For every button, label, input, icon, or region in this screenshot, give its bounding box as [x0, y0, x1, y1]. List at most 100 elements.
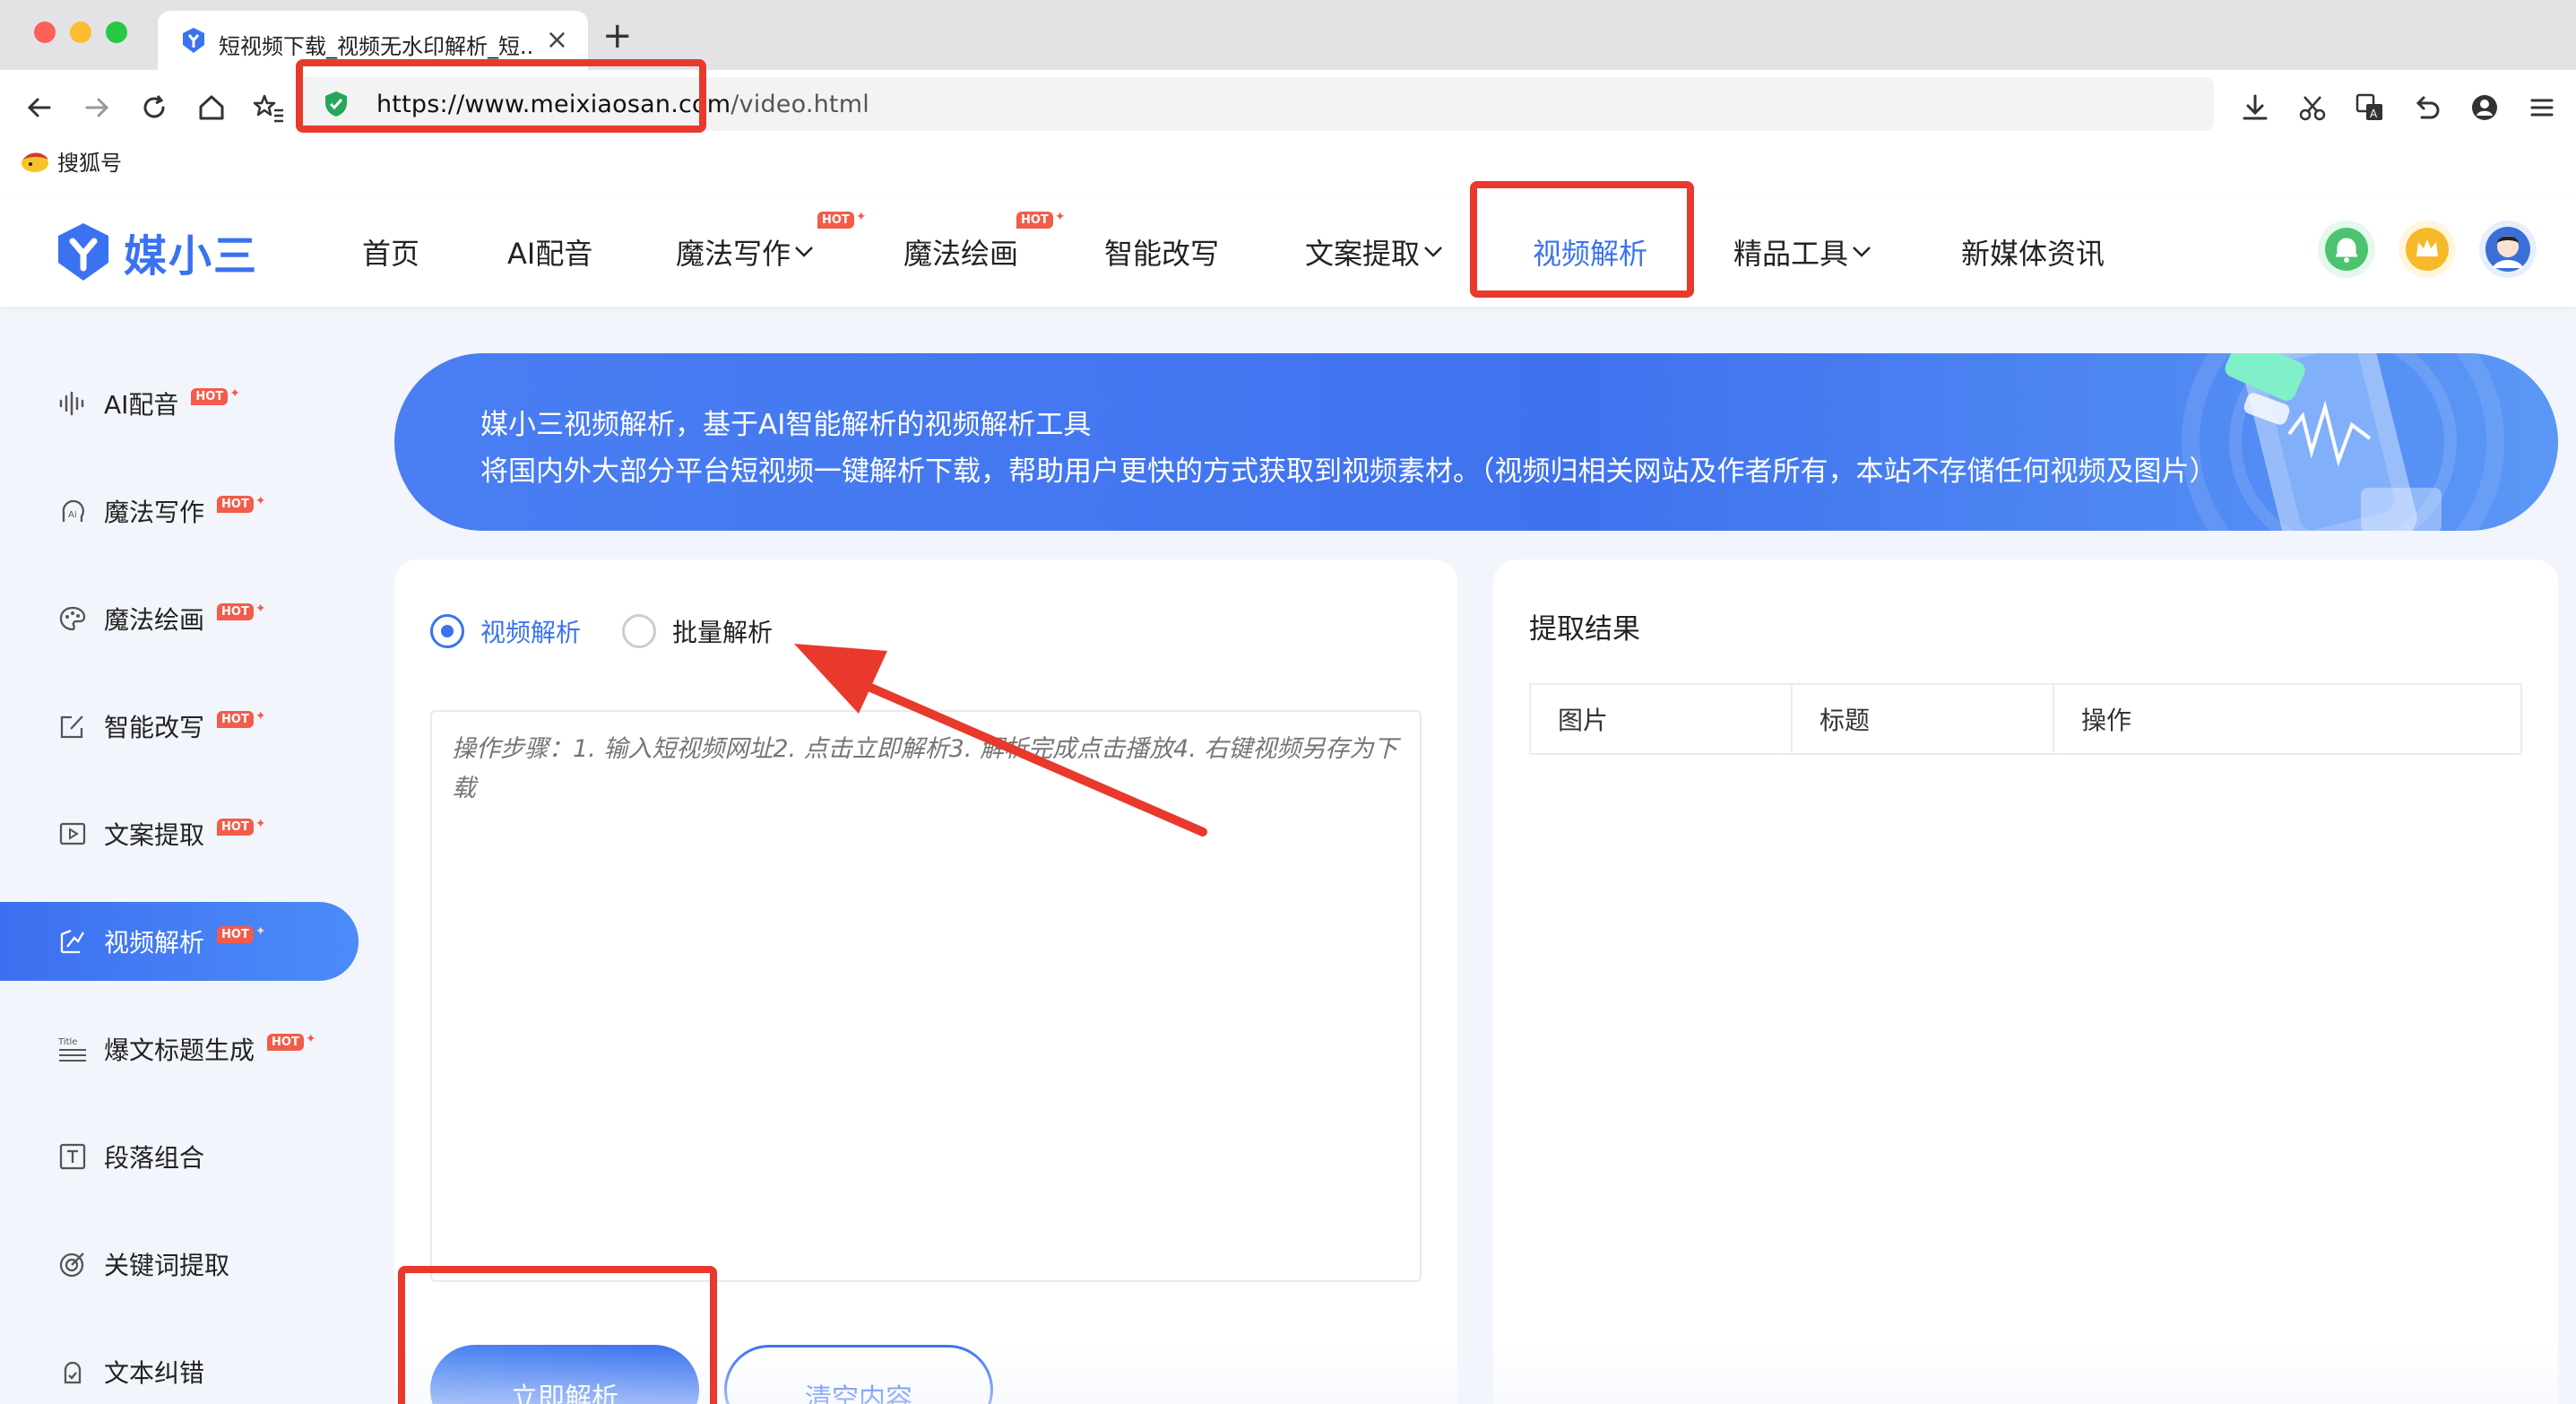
logo-text: 媒小三 [124, 231, 259, 282]
sidebar-item-label: 段落组合 [104, 1143, 205, 1173]
site-header: 媒小三 首页 AI配音 魔法写作 HOT ✦ 魔法绘画 HOT ✦ 智能改写 文案提… [0, 194, 2576, 307]
vip-crown-icon[interactable] [2399, 221, 2456, 278]
column-header-image: 图片 [1531, 685, 1793, 753]
sidebar-item-label: 爆文标题生成 [104, 1036, 255, 1065]
sidebar-item-smart-rewrite[interactable]: 智能改写 HOT ✦ [0, 687, 359, 766]
reload-icon[interactable] [133, 86, 176, 129]
sidebar-item-magic-writing[interactable]: Ai 魔法写作 HOT ✦ [0, 472, 359, 550]
video-parse-icon [57, 926, 88, 957]
chevron-down-icon [1853, 247, 1871, 257]
banner-illustration [2182, 353, 2504, 531]
sidebar-item-label: 魔法写作 [104, 498, 205, 527]
annotation-nav-box [1470, 181, 1694, 298]
undo-icon[interactable] [2406, 86, 2449, 129]
result-table-header: 图片 标题 操作 [1529, 683, 2522, 755]
sidebar-item-magic-drawing[interactable]: 魔法绘画 HOT ✦ [0, 579, 359, 658]
maximize-window-button[interactable] [106, 22, 127, 43]
site-favicon-icon [181, 27, 206, 54]
annotation-button-box [398, 1266, 717, 1404]
sidebar-item-label: 关键词提取 [104, 1251, 230, 1280]
nav-home[interactable]: 首页 [362, 231, 419, 273]
tab-title: 短视频下载_视频无水印解析_短.. [219, 34, 534, 59]
hot-badge: HOT ✦ [817, 211, 867, 229]
banner-description: 将国内外大部分平台短视频一键解析下载，帮助用户更快的方式获取到视频素材。（视频归… [480, 455, 2217, 488]
sidebar-item-video-parse[interactable]: 视频解析 HOT ✦ [0, 902, 359, 981]
clear-content-button[interactable]: 清空内容 [724, 1345, 993, 1404]
radio-dot [430, 614, 464, 648]
video-frame-icon [57, 819, 88, 849]
logo-shield-icon [58, 223, 108, 281]
waveform-icon [57, 388, 88, 419]
site-logo[interactable]: 媒小三 [56, 221, 258, 283]
result-title: 提取结果 [1529, 613, 1640, 646]
back-icon[interactable] [18, 86, 61, 129]
hot-badge: HOT ✦ [217, 710, 266, 728]
sidebar-item-headline-gen[interactable]: Title 爆文标题生成 HOT ✦ [0, 1010, 359, 1088]
close-window-button[interactable] [34, 22, 56, 43]
translate-icon[interactable]: A [2348, 86, 2391, 129]
sidebar-item-copy-extract[interactable]: 文案提取 HOT ✦ [0, 794, 359, 873]
sidebar-item-label: 智能改写 [104, 713, 205, 742]
bookmark-label: 搜狐号 [57, 151, 122, 176]
nav-magic-drawing[interactable]: 魔法绘画 [903, 231, 1018, 273]
new-tab-button[interactable]: + [602, 18, 633, 54]
radio-batch-parse[interactable]: 批量解析 [622, 613, 773, 649]
scissors-icon[interactable] [2291, 86, 2334, 129]
video-url-input[interactable] [430, 710, 1422, 1282]
sidebar-item-label: 魔法绘画 [104, 605, 205, 635]
ai-head-icon: Ai [57, 496, 88, 526]
sidebar-item-ai-voice[interactable]: AI配音 HOT ✦ [0, 364, 359, 443]
nav-ai-voice[interactable]: AI配音 [507, 231, 592, 273]
menu-icon[interactable] [2520, 86, 2563, 129]
intro-banner: 媒小三视频解析，基于AI智能解析的视频解析工具 将国内外大部分平台短视频一键解析… [394, 353, 2558, 531]
svg-text:Ai: Ai [68, 510, 77, 520]
sidebar-item-keyword-extract[interactable]: 关键词提取 [0, 1225, 359, 1304]
bookmark-star-icon[interactable] [247, 86, 290, 129]
title-icon: Title [57, 1034, 88, 1064]
hot-badge: HOT ✦ [217, 495, 266, 513]
sidebar-item-label: 视频解析 [104, 928, 205, 958]
text-box-icon [57, 1141, 88, 1172]
radio-single-parse[interactable]: 视频解析 [430, 613, 581, 649]
chevron-down-icon [795, 247, 813, 257]
chevron-down-icon [1424, 247, 1442, 257]
nav-media-news[interactable]: 新媒体资讯 [1961, 231, 2105, 273]
user-avatar[interactable] [2479, 221, 2537, 278]
nav-premium-tools[interactable]: 精品工具 [1733, 231, 1871, 273]
tab-close-icon[interactable]: × [546, 27, 568, 54]
download-icon[interactable] [2234, 86, 2277, 129]
hot-badge: HOT ✦ [217, 818, 266, 836]
nav-copy-extract[interactable]: 文案提取 [1305, 231, 1443, 273]
bookmark-sohu[interactable]: 搜狐号 [20, 145, 122, 177]
sohu-fox-icon [22, 152, 48, 172]
annotation-url-box [296, 59, 706, 133]
hot-badge: HOT ✦ [217, 925, 266, 943]
nav-magic-writing[interactable]: 魔法写作 [676, 231, 814, 273]
hot-badge: HOT ✦ [1016, 211, 1066, 229]
radio-label: 批量解析 [672, 618, 774, 647]
nav-smart-rewrite[interactable]: 智能改写 [1104, 231, 1219, 273]
sidebar-item-label: 文本纠错 [104, 1358, 205, 1388]
svg-text:A: A [2370, 108, 2378, 120]
minimize-window-button[interactable] [70, 22, 91, 43]
account-icon[interactable] [2463, 86, 2506, 129]
hot-badge: HOT ✦ [267, 1033, 316, 1051]
forward-icon[interactable] [75, 86, 118, 129]
hot-badge: HOT ✦ [217, 602, 266, 620]
sidebar-item-text-correct[interactable]: 文本纠错 [0, 1332, 359, 1404]
radio-dot [622, 614, 656, 648]
column-header-title: 标题 [1793, 685, 2054, 753]
banner-title: 媒小三视频解析，基于AI智能解析的视频解析工具 [480, 409, 1092, 441]
svg-text:Title: Title [57, 1037, 77, 1047]
sidebar-item-label: AI配音 [104, 390, 179, 420]
home-icon[interactable] [190, 86, 233, 129]
radio-label: 视频解析 [480, 618, 582, 647]
sidebar-item-label: 文案提取 [104, 820, 205, 850]
sidebar-item-paragraph-combine[interactable]: 段落组合 [0, 1117, 359, 1196]
target-icon [57, 1249, 88, 1279]
notification-bell-icon[interactable] [2318, 221, 2375, 278]
palette-icon [57, 603, 88, 634]
hot-badge: HOT ✦ [191, 387, 240, 405]
correction-icon [57, 1356, 88, 1387]
column-header-action: 操作 [2081, 706, 2132, 735]
